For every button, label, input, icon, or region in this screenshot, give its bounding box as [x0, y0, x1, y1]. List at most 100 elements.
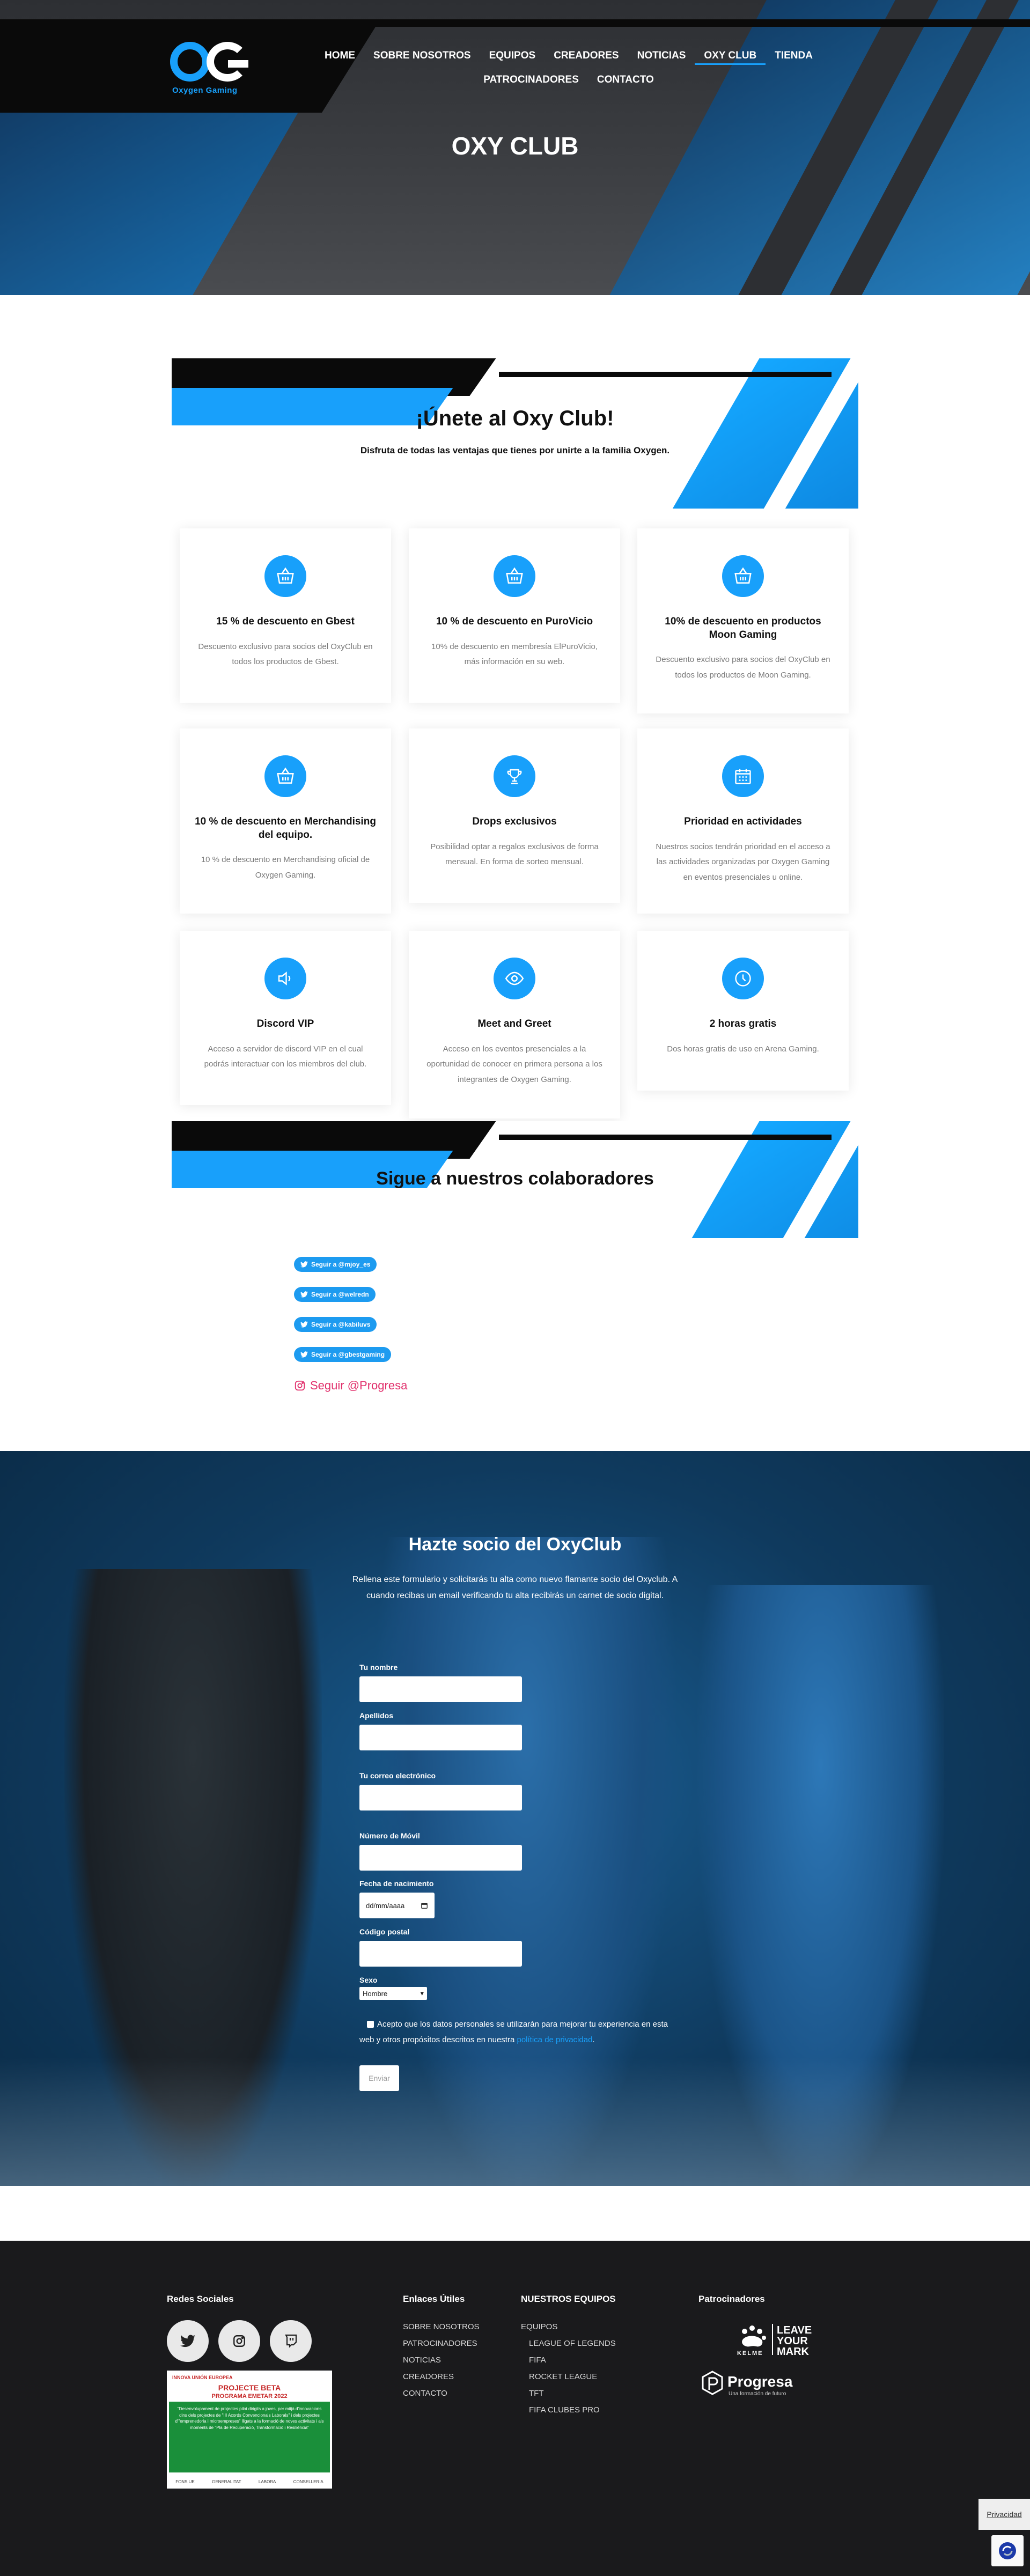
sex-select[interactable]: Hombre ▾ [359, 1987, 427, 2000]
eu-funding-poster: INNOVA UNIÓN EUROPEA PROJECTE BETA PROGR… [167, 2371, 332, 2489]
name-label: Tu nombre [359, 1663, 398, 1672]
nav-tienda[interactable]: TIENDA [766, 48, 822, 65]
join-banner-title: ¡Únete al Oxy Club! [416, 407, 614, 430]
benefit-title: Drops exclusivos [472, 816, 557, 827]
benefit-text: Descuento exclusivo para socios del OxyC… [198, 642, 373, 667]
birthdate-input[interactable]: dd/mm/aaaa [359, 1893, 435, 1918]
eye-icon [494, 958, 535, 999]
nav-creadores[interactable]: CREADORES [545, 48, 628, 65]
benefit-card: 10 % de descuento en Merchandising del e… [180, 728, 391, 914]
footer-link-equipos[interactable]: EQUIPOS [521, 2322, 557, 2331]
site-footer [0, 2241, 1030, 2576]
collab-banner: Sigue a nuestros colaboradores [172, 1121, 858, 1238]
footer-links-heading: Enlaces Útiles [403, 2294, 465, 2304]
postal-code-label: Código postal [359, 1927, 410, 1936]
benefit-card: 10 % de descuento en PuroVicio 10% de de… [409, 528, 620, 703]
nav-sobre-nosotros[interactable]: SOBRE NOSOTROS [364, 48, 480, 65]
footer-team-fifa[interactable]: FIFA [529, 2356, 546, 2365]
twitter-icon [180, 2335, 195, 2347]
svg-text:YOUR: YOUR [777, 2335, 808, 2347]
email-label: Tu correo electrónico [359, 1771, 436, 1780]
footer-link-noticias[interactable]: NOTICIAS [403, 2356, 441, 2365]
nav-home[interactable]: HOME [315, 48, 364, 65]
speaker-icon [264, 958, 306, 999]
submit-button[interactable]: Enviar [359, 2065, 399, 2091]
sponsor-kelme-logo[interactable]: KELME LEAVE YOUR MARK [731, 2322, 833, 2358]
privacy-policy-link[interactable]: política de privacidad [517, 2035, 593, 2044]
twitter-icon [300, 1321, 308, 1328]
footer-link-patrocinadores[interactable]: PATROCINADORES [403, 2339, 477, 2348]
footer-twitter-button[interactable] [167, 2320, 209, 2362]
benefit-title: Meet and Greet [477, 1018, 551, 1029]
twitter-icon [300, 1291, 308, 1298]
instagram-icon [295, 1380, 305, 1391]
footer-instagram-button[interactable] [218, 2320, 260, 2362]
footer-teams-heading: NUESTROS EQUIPOS [521, 2294, 616, 2304]
email-input[interactable] [359, 1785, 522, 1810]
page-title: OXY CLUB [451, 132, 579, 160]
surname-input[interactable] [359, 1725, 522, 1750]
twitter-follow-button[interactable]: Seguir a @kabiluvs [294, 1317, 377, 1332]
benefit-text: Nuestros socios tendrán prioridad en el … [656, 842, 830, 882]
svg-text:KELME: KELME [737, 2350, 763, 2357]
hero-top-bar [0, 19, 1030, 27]
benefit-card: Prioridad en actividades Nuestros socios… [637, 728, 849, 914]
birthdate-label: Fecha de nacimiento [359, 1879, 434, 1888]
benefit-card: Drops exclusivos Posibilidad optar a reg… [409, 728, 620, 903]
footer-team-tft[interactable]: TFT [529, 2389, 544, 2398]
benefit-title: Prioridad en actividades [684, 816, 802, 827]
nav-patrocinadores[interactable]: PATROCINADORES [474, 72, 588, 87]
footer-team-fifa-clubes-pro[interactable]: FIFA CLUBES PRO [529, 2405, 600, 2415]
nav-equipos[interactable]: EQUIPOS [480, 48, 545, 65]
footer-team-lol[interactable]: LEAGUE OF LEGENDS [529, 2339, 616, 2348]
footer-link-contacto[interactable]: CONTACTO [403, 2389, 447, 2398]
benefit-text: Descuento exclusivo para socios del OxyC… [656, 655, 830, 680]
sex-label: Sexo [359, 1976, 378, 1984]
surname-label: Apellidos [359, 1711, 394, 1720]
benefit-text: Dos horas gratis de uso en Arena Gaming. [667, 1044, 819, 1054]
benefit-card: 2 horas gratis Dos horas gratis de uso e… [637, 931, 849, 1091]
twitter-follow-button[interactable]: Seguir a @mjoy_es [294, 1257, 377, 1272]
twitter-follow-button[interactable]: Seguir a @welredn [294, 1287, 376, 1302]
benefit-title: Discord VIP [256, 1018, 314, 1029]
postal-code-input[interactable] [359, 1941, 522, 1967]
calendar-icon[interactable] [421, 1902, 428, 1909]
benefit-text: Acceso a servidor de discord VIP en el c… [204, 1044, 367, 1069]
nav-contacto[interactable]: CONTACTO [588, 72, 663, 87]
benefit-text: 10 % de descuento en Merchandising ofici… [201, 855, 370, 880]
instagram-follow-link[interactable]: Seguir @Progresa [294, 1379, 407, 1393]
form-title: Hazte socio del OxyClub [408, 1534, 622, 1555]
benefit-title: 15 % de descuento en Gbest [216, 616, 355, 627]
benefit-text: Acceso en los eventos presenciales a la … [426, 1044, 602, 1084]
hero-header: Oxygen Gaming HOME SOBRE NOSOTROS EQUIPO… [0, 0, 1030, 295]
footer-twitch-button[interactable] [270, 2320, 312, 2362]
nav-oxy-club[interactable]: OXY CLUB [695, 48, 766, 65]
benefit-card: Meet and Greet Acceso en los eventos pre… [409, 931, 620, 1118]
clock-icon [722, 958, 764, 999]
sponsor-progresa-logo[interactable]: Progresa Una formación de futuro [700, 2368, 818, 2401]
footer-link-creadores[interactable]: CREADORES [403, 2372, 454, 2381]
footer-social-heading: Redes Sociales [167, 2294, 234, 2304]
benefit-title: 10 % de descuento en PuroVicio [436, 616, 593, 627]
form-intro: Rellena este formulario y solicitarás tu… [352, 1575, 678, 1601]
benefit-title: 2 horas gratis [709, 1018, 777, 1029]
svg-text:LEAVE: LEAVE [777, 2324, 812, 2336]
twitter-icon [300, 1261, 308, 1268]
consent-checkbox[interactable] [367, 2021, 374, 2028]
nav-noticias[interactable]: NOTICIAS [628, 48, 695, 65]
phone-label: Número de Móvil [359, 1831, 420, 1840]
footer-sponsors-heading: Patrocinadores [698, 2294, 765, 2304]
twitter-follow-button[interactable]: Seguir a @gbestgaming [294, 1347, 392, 1362]
footer-team-rocket-league[interactable]: ROCKET LEAGUE [529, 2372, 597, 2381]
recaptcha-badge[interactable] [991, 2535, 1024, 2566]
basket-icon [264, 555, 306, 597]
chevron-down-icon: ▾ [420, 1989, 424, 1997]
privacy-settings-button[interactable]: Privacidad [979, 2499, 1030, 2530]
phone-input[interactable] [359, 1845, 522, 1871]
benefit-text: 10% de descuento en membresía ElPuroVici… [431, 642, 598, 667]
main-nav: HOME SOBRE NOSOTROS EQUIPOS CREADORES NO… [292, 48, 845, 87]
name-input[interactable] [359, 1676, 522, 1702]
site-logo[interactable]: Oxygen Gaming [169, 38, 255, 102]
benefit-card: Discord VIP Acceso a servidor de discord… [180, 931, 391, 1105]
footer-link-sobre-nosotros[interactable]: SOBRE NOSOTROS [403, 2322, 480, 2331]
